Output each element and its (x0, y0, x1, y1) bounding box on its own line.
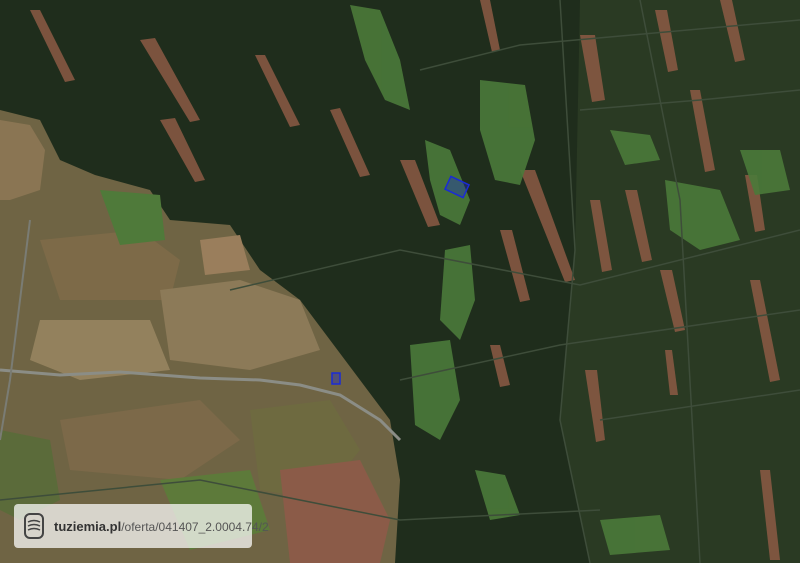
watermark-text: tuziemia.pl/oferta/041407_2.0004.74/2 (54, 519, 269, 534)
watermark-brand: tuziemia.pl (54, 518, 122, 534)
watermark: tuziemia.pl/oferta/041407_2.0004.74/2 (14, 504, 269, 548)
map-imagery (0, 0, 800, 563)
watermark-path: /oferta/041407_2.0004.74/2 (121, 519, 269, 534)
tuziemia-logo-icon (24, 513, 44, 539)
parcel-marker-south[interactable] (331, 372, 341, 385)
satellite-map[interactable] (0, 0, 800, 563)
